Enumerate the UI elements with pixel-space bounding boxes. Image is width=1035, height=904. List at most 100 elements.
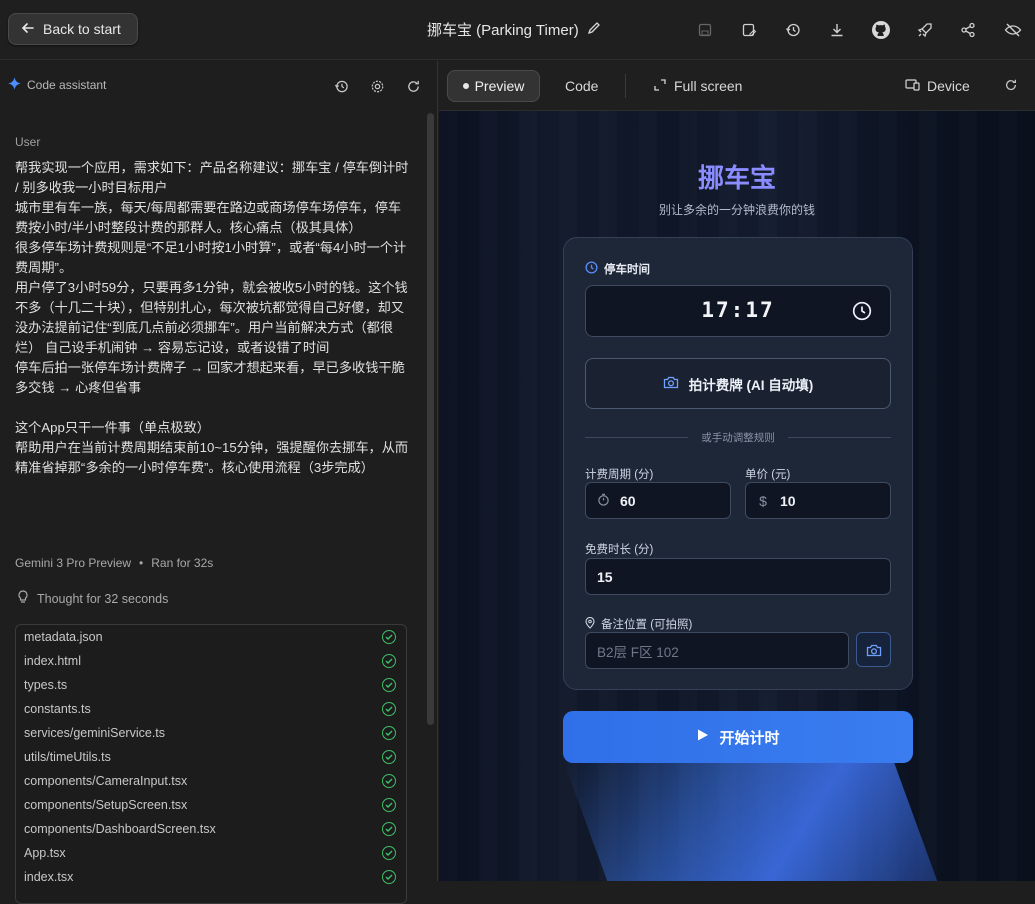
camera-icon [866,644,881,656]
file-name: App.tsx [24,846,66,860]
check-circle-icon [382,654,396,668]
user-message-paragraph: 帮助用户在当前计费周期结束前10~15分钟，强提醒你去挪车，从而精准省掉那“多余… [15,440,409,475]
note-location-label-text: 备注位置 (可拍照) [601,619,693,631]
free-duration-input[interactable]: 15 [585,558,891,595]
divider-line [788,437,891,438]
file-name: index.html [24,654,81,668]
start-timer-button[interactable]: 开始计时 [563,711,913,763]
clock-icon[interactable] [852,301,872,326]
file-item[interactable]: metadata.json [16,625,406,649]
refresh-icon[interactable] [403,76,423,96]
check-circle-icon [382,726,396,740]
file-item[interactable]: utils/timeUtils.ts [16,745,406,769]
thought-summary-toggle[interactable]: Thought for 32 seconds [17,590,168,607]
pencil-edit-icon[interactable] [587,21,601,39]
github-icon[interactable] [869,18,893,42]
file-item[interactable]: index.tsx [16,865,406,889]
file-name: index.tsx [24,870,74,884]
fullscreen-label: Full screen [674,78,743,94]
unit-price-input[interactable]: $ 10 [745,482,891,519]
download-icon[interactable] [825,18,849,42]
history-icon[interactable] [331,76,351,96]
file-name: utils/timeUtils.ts [24,750,111,764]
file-name: metadata.json [24,630,103,644]
file-item[interactable]: components/CameraInput.tsx [16,769,406,793]
generated-files-list: metadata.json index.html types.ts consta… [15,624,407,904]
note-location-input[interactable]: B2层 F区 102 [585,632,849,669]
check-circle-icon [382,750,396,764]
fullscreen-button[interactable]: Full screen [654,78,742,94]
note-location-label: 备注位置 (可拍照) [585,616,692,632]
parking-time-input[interactable]: 17:17 [585,285,891,337]
check-circle-icon [382,678,396,692]
dollar-icon: $ [759,492,767,509]
file-item[interactable]: constants.ts [16,697,406,721]
app-subtitle: 别让多余的一分钟浪费你的钱 [658,203,815,217]
note-camera-button[interactable] [856,632,891,667]
check-circle-icon [382,798,396,812]
save-as-icon[interactable] [737,18,761,42]
app-logo-title: 挪车宝 [697,163,776,193]
tab-preview-label: Preview [474,78,525,94]
settings-gear-icon[interactable] [367,76,387,96]
share-icon[interactable] [956,18,980,42]
file-name: components/DashboardScreen.tsx [24,822,216,836]
history-icon[interactable] [781,18,805,42]
toolbar-divider [625,74,626,98]
file-item[interactable]: components/SetupScreen.tsx [16,793,406,817]
device-label: Device [927,78,970,94]
code-assistant-header: Code assistant [8,77,106,93]
chat-scrollbar[interactable] [427,113,434,725]
device-button[interactable]: Device [905,78,970,94]
code-assistant-panel: Code assistant User 帮我实现一个应用，需求如下：产品名称建议… [0,61,438,904]
billing-period-value: 60 [620,492,636,509]
user-message-paragraph: 城市里有车一族，每天/每周都需要在路边或商场停车场停车，停车费按小时/半小时整段… [15,200,402,235]
tab-preview[interactable]: Preview [447,70,540,102]
file-item[interactable]: types.ts [16,673,406,697]
deploy-rocket-icon[interactable] [913,18,937,42]
user-message-label: User [15,135,41,149]
file-item[interactable]: index.html [16,649,406,673]
app-title[interactable]: 挪车宝 (Parking Timer) [427,19,601,40]
check-circle-icon [382,630,396,644]
save-disabled-icon[interactable] [693,18,717,42]
play-icon [696,728,709,746]
expand-icon [654,78,666,94]
user-message-blank-line [15,398,410,418]
device-icon [905,78,920,94]
file-item[interactable]: services/geminiService.ts [16,721,406,745]
parking-time-value: 17:17 [701,298,775,322]
user-message-paragraph: 帮我实现一个应用，需求如下：产品名称建议：挪车宝 / 停车倒计时 / 别多收我一… [15,160,409,195]
refresh-preview-icon[interactable] [1004,78,1018,97]
arrow-left-icon [21,21,35,38]
map-pin-icon [585,616,595,632]
top-bar: Back to start 挪车宝 (Parking Timer) [0,0,1035,60]
tab-code[interactable]: Code [565,78,598,94]
user-message-paragraph: 停车后拍一张停车场计费牌子 → 回家才想起来看，早已多收钱干脆多交钱 → 心疼但… [15,360,405,395]
unit-price-value: 10 [780,492,796,509]
button-glow-effect [563,761,945,881]
back-to-start-button[interactable]: Back to start [8,13,138,45]
file-name: types.ts [24,678,68,692]
free-duration-label: 免费时长 (分) [585,544,654,556]
hide-icon[interactable] [1001,18,1025,42]
or-divider: 或手动调整规则 [585,430,891,444]
app-title-text: 挪车宝 (Parking Timer) [427,22,579,39]
sparkle-icon [8,77,21,93]
billing-period-input[interactable]: 60 [585,482,731,519]
user-message: 帮我实现一个应用，需求如下：产品名称建议：挪车宝 / 停车倒计时 / 别多收我一… [15,158,410,478]
preview-toolbar: Preview Code Full screen Device [439,61,1035,111]
file-name: constants.ts [24,702,91,716]
active-dot-icon [462,83,469,89]
check-circle-icon [382,774,396,788]
thought-duration: Thought for 32 seconds [37,591,169,606]
file-item[interactable]: App.tsx [16,841,406,865]
start-timer-label: 开始计时 [719,729,780,747]
unit-price-label: 单价 (元) [745,469,791,481]
setup-card: 停车时间 17:17 拍计费牌 (AI 自动填) 或手动调整规则 计费周期 (分… [563,237,913,690]
photo-sign-button[interactable]: 拍计费牌 (AI 自动填) [585,358,891,409]
file-item[interactable]: components/DashboardScreen.tsx [16,817,406,841]
file-name: services/geminiService.ts [24,726,166,740]
file-name: components/SetupScreen.tsx [24,798,188,812]
note-location-placeholder: B2层 F区 102 [597,644,679,660]
